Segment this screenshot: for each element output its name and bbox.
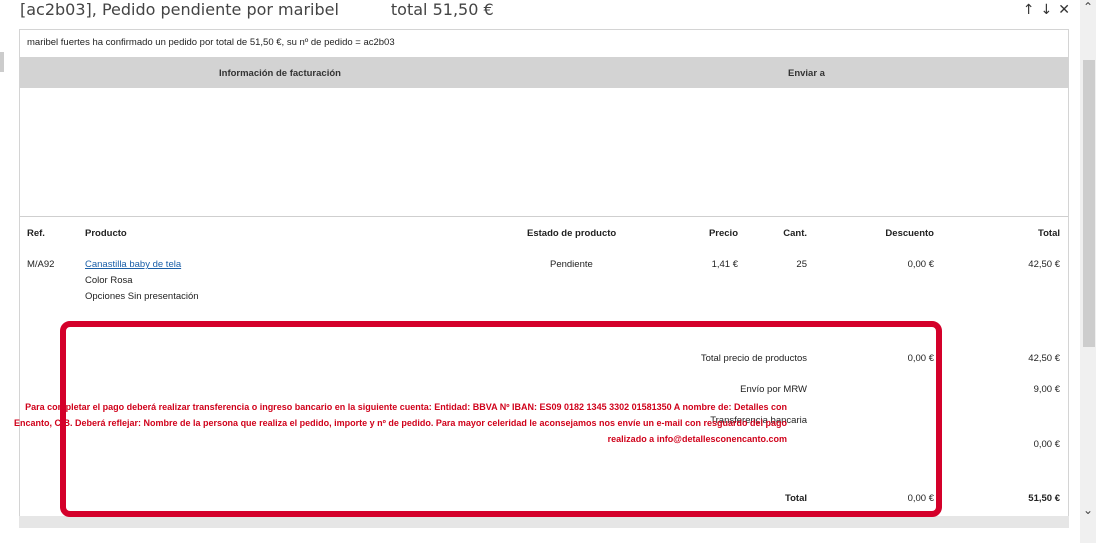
message-nav: ↑ ↓ ✕ <box>1023 2 1070 18</box>
shipping-value: 9,00 € <box>1033 384 1060 395</box>
arrow-down-icon[interactable]: ↓ <box>1041 2 1053 18</box>
products-total-label: Total precio de productos <box>700 353 807 364</box>
item-qty: 25 <box>796 259 807 270</box>
grand-total-discount: 0,00 € <box>907 493 934 504</box>
payment-value: 0,00 € <box>1033 439 1060 450</box>
grand-total-label: Total <box>785 493 807 504</box>
arrow-up-icon[interactable]: ↑ <box>1023 2 1035 18</box>
column-header-status: Estado de producto <box>527 228 617 239</box>
item-status: Pendiente <box>550 259 593 270</box>
message-subject: [ac2b03], Pedido pendiente por maribel to… <box>20 0 494 19</box>
product-link[interactable]: Canastilla baby de tela <box>85 259 181 270</box>
close-icon[interactable]: ✕ <box>1058 2 1070 18</box>
product-color: Color Rosa <box>85 275 133 286</box>
shipping-label: Envío por MRW <box>740 384 807 395</box>
payment-notice: Para completar el pago deberá realizar t… <box>14 402 788 444</box>
grand-total-value: 51,50 € <box>1028 493 1060 504</box>
products-total-value: 42,50 € <box>1028 353 1060 364</box>
products-discount: 0,00 € <box>907 353 934 364</box>
scrollbar-thumb[interactable] <box>1083 60 1095 347</box>
scroll-down-icon[interactable]: ⌄ <box>1083 503 1093 517</box>
item-discount: 0,00 € <box>907 259 934 270</box>
address-header-band: Información de facturación Enviar a <box>20 57 1068 88</box>
column-header-discount: Descuento <box>885 228 934 239</box>
side-tab-marker <box>0 52 4 72</box>
section-divider <box>20 216 1068 217</box>
column-header-total: Total <box>1038 228 1060 239</box>
message-header: [ac2b03], Pedido pendiente por maribel to… <box>0 0 1080 28</box>
order-intro: maribel fuertes ha confirmado un pedido … <box>27 37 395 48</box>
column-header-product: Producto <box>85 228 127 239</box>
footer-band <box>19 516 1069 528</box>
item-ref: M/A92 <box>27 259 55 270</box>
subject-total: total 51,50 € <box>390 0 494 19</box>
column-header-price: Precio <box>708 228 738 239</box>
billing-info-heading: Información de facturación <box>219 68 341 79</box>
subject-text: [ac2b03], Pedido pendiente por maribel <box>20 0 339 19</box>
item-total: 42,50 € <box>1028 259 1060 270</box>
product-options: Opciones Sin presentación <box>85 291 199 302</box>
item-price: 1,41 € <box>711 259 738 270</box>
ship-to-heading: Enviar a <box>788 68 825 79</box>
column-header-ref: Ref. <box>27 228 45 239</box>
column-header-qty: Cant. <box>783 228 807 239</box>
scroll-up-icon[interactable]: ⌃ <box>1083 0 1093 14</box>
